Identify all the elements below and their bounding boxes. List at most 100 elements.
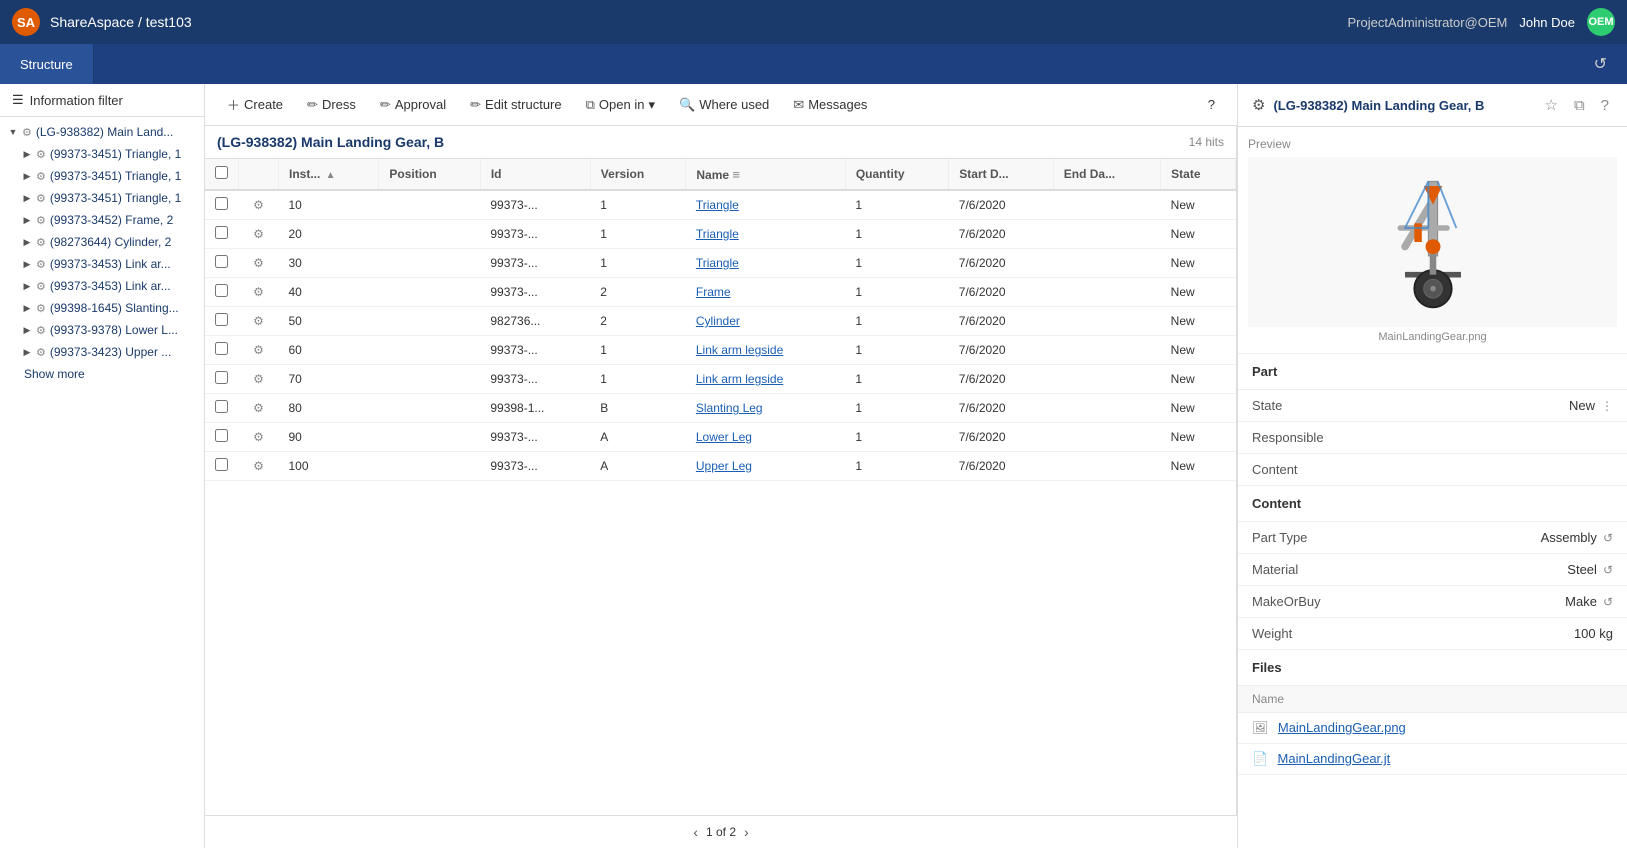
- help-icon-btn[interactable]: ?: [1198, 92, 1225, 117]
- row-startdate: 7/6/2020: [949, 220, 1053, 249]
- create-button[interactable]: ＋ Create: [217, 90, 293, 119]
- row-startdate: 7/6/2020: [949, 336, 1053, 365]
- row-state: New: [1161, 249, 1236, 278]
- panel-copy-button[interactable]: ⧉: [1570, 95, 1589, 116]
- prev-page-button[interactable]: ‹: [693, 824, 698, 840]
- row-name[interactable]: Cylinder: [686, 307, 845, 336]
- sidebar-item-t1[interactable]: ▶ ⚙ (99373-3451) Triangle, 1: [0, 143, 204, 165]
- where-used-button[interactable]: 🔍 Where used: [669, 92, 779, 118]
- sidebar-item-sl1[interactable]: ▶ ⚙ (99398-1645) Slanting...: [0, 297, 204, 319]
- col-name[interactable]: Name ≡: [686, 159, 845, 190]
- avatar[interactable]: OEM: [1587, 8, 1615, 36]
- row-checkbox[interactable]: [215, 342, 228, 355]
- row-id: 99373-...: [480, 365, 590, 394]
- sidebar-item-main[interactable]: ▼ ⚙ (LG-938382) Main Land...: [0, 121, 204, 143]
- expand-icon: ▶: [20, 169, 34, 183]
- row-gear-cell[interactable]: ⚙: [239, 452, 279, 481]
- col-quantity[interactable]: Quantity: [845, 159, 948, 190]
- prop-action-makeorbuy[interactable]: ↺: [1603, 595, 1613, 609]
- row-name[interactable]: Triangle: [686, 190, 845, 220]
- row-gear-cell[interactable]: ⚙: [239, 394, 279, 423]
- col-id[interactable]: Id: [480, 159, 590, 190]
- prop-value-material: Steel: [1567, 562, 1597, 577]
- row-gear-cell[interactable]: ⚙: [239, 220, 279, 249]
- edit-structure-button[interactable]: ✏ Edit structure: [460, 92, 572, 118]
- row-checkbox[interactable]: [215, 226, 228, 239]
- row-gear-cell[interactable]: ⚙: [239, 278, 279, 307]
- expand-icon: ▶: [20, 323, 34, 337]
- col-startdate[interactable]: Start D...: [949, 159, 1053, 190]
- file-name-link[interactable]: MainLandingGear.png: [1278, 720, 1406, 735]
- row-gear-cell[interactable]: ⚙: [239, 336, 279, 365]
- data-table: Inst... ▲ Position Id Version Name ≡ Qua…: [205, 159, 1236, 481]
- row-position: [379, 365, 480, 394]
- messages-button[interactable]: ✉ Messages: [783, 92, 877, 118]
- row-state: New: [1161, 307, 1236, 336]
- row-checkbox[interactable]: [215, 458, 228, 471]
- row-inst: 50: [279, 307, 379, 336]
- row-checkbox[interactable]: [215, 255, 228, 268]
- structure-tab[interactable]: Structure: [0, 44, 94, 84]
- approval-button[interactable]: ✏ Approval: [370, 92, 456, 118]
- show-more-button[interactable]: Show more: [0, 363, 97, 389]
- row-gear-cell[interactable]: ⚙: [239, 307, 279, 336]
- sidebar-item-label: (99373-3451) Triangle, 1: [50, 147, 181, 161]
- row-checkbox[interactable]: [215, 197, 228, 210]
- prop-row-content-header: Content: [1238, 454, 1627, 486]
- row-name[interactable]: Slanting Leg: [686, 394, 845, 423]
- row-gear-cell[interactable]: ⚙: [239, 423, 279, 452]
- row-position: [379, 423, 480, 452]
- dress-button[interactable]: ✏ Dress: [297, 92, 366, 118]
- information-filter-btn[interactable]: ☰ Information filter: [0, 84, 204, 117]
- row-checkbox[interactable]: [215, 400, 228, 413]
- row-id: 99373-...: [480, 220, 590, 249]
- app-logo[interactable]: SA: [12, 8, 40, 36]
- prop-action-state[interactable]: ⋮: [1601, 399, 1613, 413]
- file-name-link[interactable]: MainLandingGear.jt: [1278, 751, 1391, 766]
- sidebar-item-la2[interactable]: ▶ ⚙ (99373-3453) Link ar...: [0, 275, 204, 297]
- row-startdate: 7/6/2020: [949, 452, 1053, 481]
- row-name[interactable]: Upper Leg: [686, 452, 845, 481]
- select-all-checkbox[interactable]: [215, 166, 228, 179]
- row-name[interactable]: Triangle: [686, 220, 845, 249]
- row-gear-cell[interactable]: ⚙: [239, 249, 279, 278]
- sidebar-item-t2[interactable]: ▶ ⚙ (99373-3451) Triangle, 1: [0, 165, 204, 187]
- row-name[interactable]: Lower Leg: [686, 423, 845, 452]
- row-gear-cell[interactable]: ⚙: [239, 365, 279, 394]
- row-checkbox[interactable]: [215, 371, 228, 384]
- col-state[interactable]: State: [1161, 159, 1236, 190]
- history-icon-btn[interactable]: ↺: [1586, 50, 1615, 78]
- row-name[interactable]: Link arm legside: [686, 365, 845, 394]
- row-name[interactable]: Frame: [686, 278, 845, 307]
- panel-help-button[interactable]: ?: [1597, 95, 1613, 116]
- row-name[interactable]: Triangle: [686, 249, 845, 278]
- row-enddate: [1053, 307, 1160, 336]
- col-position[interactable]: Position: [379, 159, 480, 190]
- center-and-right: ＋ Create ✏ Dress ✏ Approval ✏ Edit struc…: [205, 84, 1627, 848]
- row-checkbox[interactable]: [215, 284, 228, 297]
- prop-action-parttype[interactable]: ↺: [1603, 531, 1613, 545]
- col-inst[interactable]: Inst... ▲: [279, 159, 379, 190]
- open-in-button[interactable]: ⧉ Open in ▾: [576, 92, 665, 118]
- row-enddate: [1053, 423, 1160, 452]
- panel-star-button[interactable]: ☆: [1540, 94, 1561, 116]
- sidebar-item-la1[interactable]: ▶ ⚙ (99373-3453) Link ar...: [0, 253, 204, 275]
- row-id: 99373-...: [480, 249, 590, 278]
- sidebar-item-f1[interactable]: ▶ ⚙ (99373-3452) Frame, 2: [0, 209, 204, 231]
- prop-action-material[interactable]: ↺: [1603, 563, 1613, 577]
- col-enddate[interactable]: End Da...: [1053, 159, 1160, 190]
- row-gear-cell[interactable]: ⚙: [239, 190, 279, 220]
- sidebar-item-t3[interactable]: ▶ ⚙ (99373-3451) Triangle, 1: [0, 187, 204, 209]
- row-quantity: 1: [845, 190, 948, 220]
- row-name[interactable]: Link arm legside: [686, 336, 845, 365]
- row-checkbox[interactable]: [215, 313, 228, 326]
- row-version: 1: [590, 365, 686, 394]
- sidebar-item-c1[interactable]: ▶ ⚙ (98273644) Cylinder, 2: [0, 231, 204, 253]
- sidebar-item-ul1[interactable]: ▶ ⚙ (99373-3423) Upper ...: [0, 341, 204, 363]
- row-checkbox[interactable]: [215, 429, 228, 442]
- action-toolbar: ＋ Create ✏ Dress ✏ Approval ✏ Edit struc…: [205, 84, 1237, 126]
- next-page-button[interactable]: ›: [744, 824, 749, 840]
- sidebar-item-ll1[interactable]: ▶ ⚙ (99373-9378) Lower L...: [0, 319, 204, 341]
- col-version[interactable]: Version: [590, 159, 686, 190]
- row-id: 99398-1...: [480, 394, 590, 423]
